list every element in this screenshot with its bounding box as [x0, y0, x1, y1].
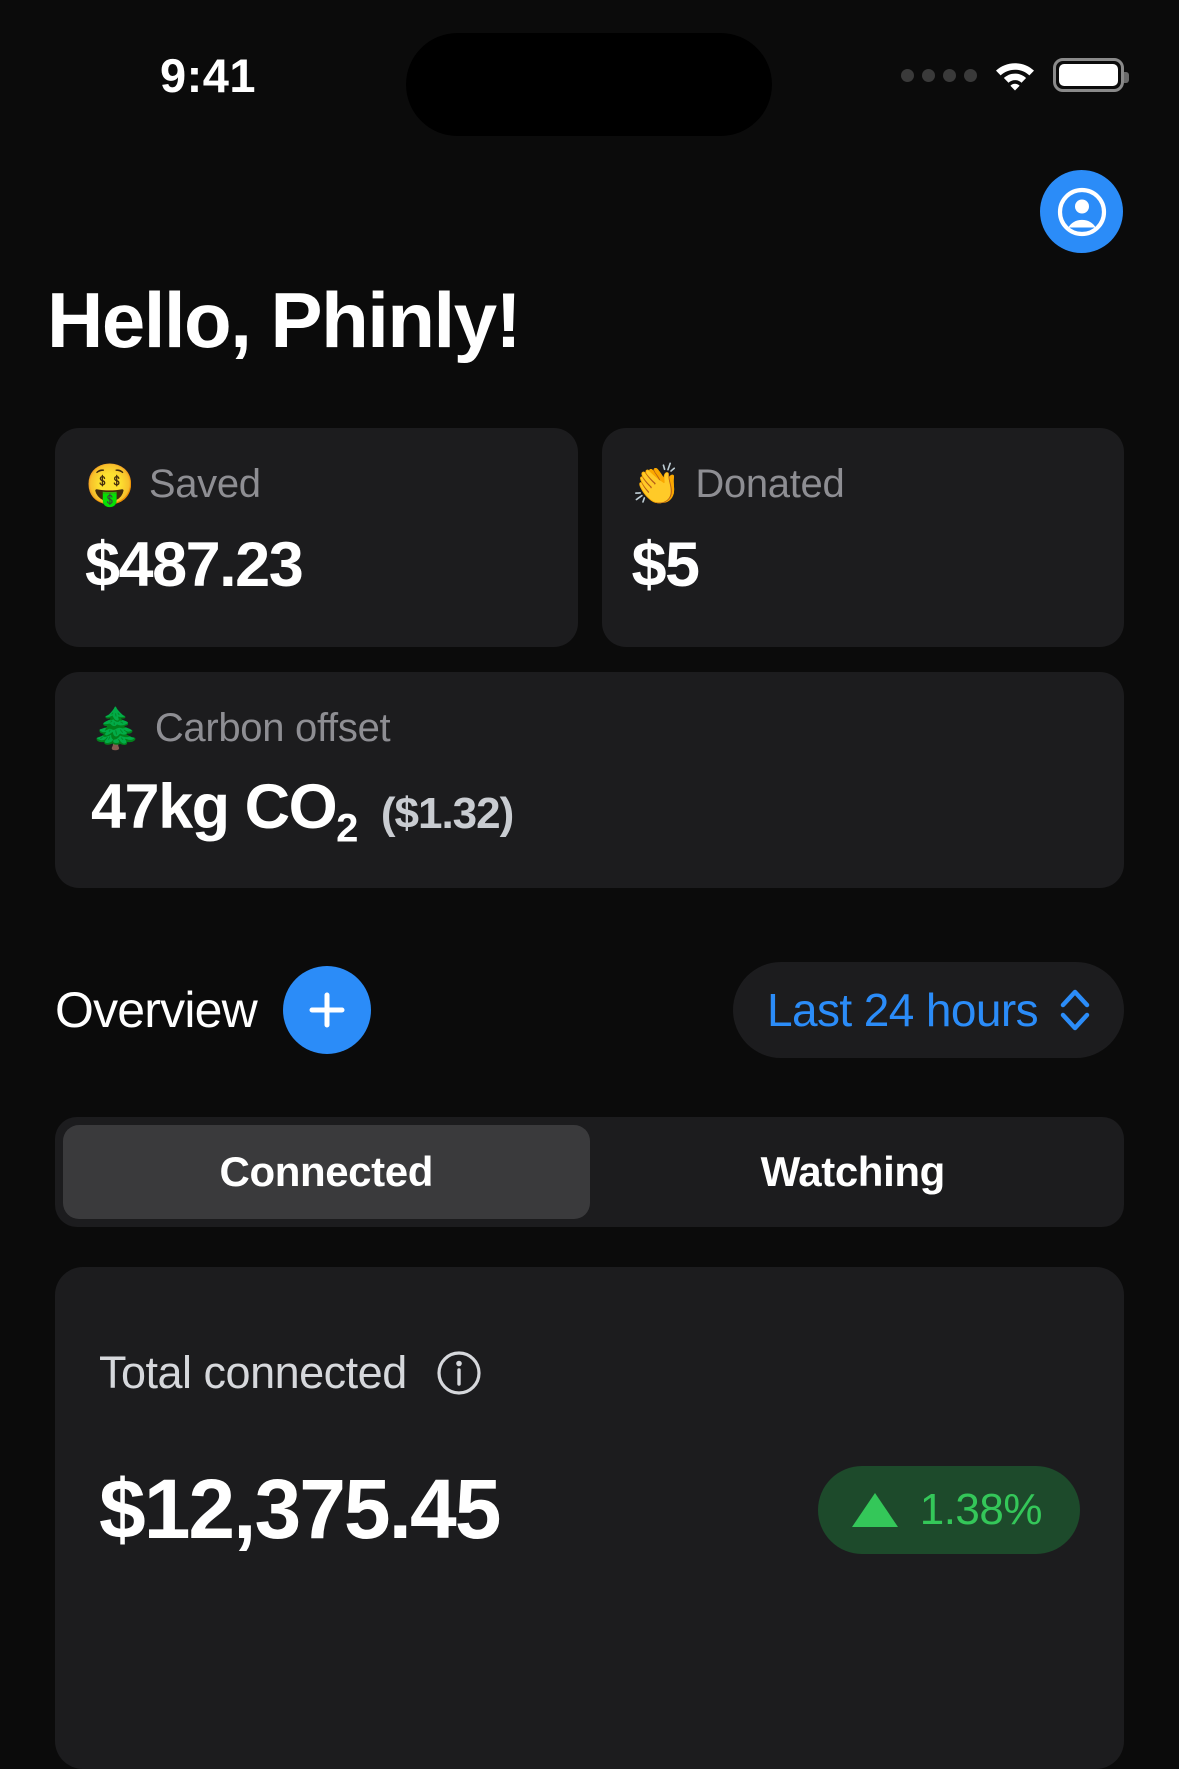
status-indicators	[901, 58, 1129, 92]
add-button[interactable]	[282, 966, 371, 1054]
overview-header-row: Overview Last 24 hours	[55, 962, 1124, 1058]
change-percent: 1.38%	[919, 1484, 1043, 1534]
stat-card-value: $5	[631, 530, 701, 600]
stat-card-label: Donated	[695, 462, 845, 506]
total-connected-value-row: $12,375.45 1.38%	[99, 1461, 1080, 1558]
plus-icon	[309, 992, 345, 1028]
stat-card-value: $487.23	[85, 530, 304, 600]
total-connected-label: Total connected	[99, 1347, 407, 1398]
stat-card-header: 🤑 Saved	[85, 462, 548, 507]
chevron-up-down-icon	[1060, 989, 1090, 1031]
carbon-value: 47kg CO2	[91, 771, 358, 852]
carbon-value-cost: ($1.32)	[380, 789, 514, 838]
profile-avatar-button[interactable]	[1040, 170, 1123, 253]
stat-card-donated[interactable]: 👏 Donated $5	[601, 428, 1124, 647]
time-range-label: Last 24 hours	[767, 984, 1039, 1036]
evergreen-tree-emoji: 🌲	[91, 706, 141, 751]
carbon-value-row: 47kg CO2 ($1.32)	[91, 771, 1088, 852]
overview-title: Overview	[55, 982, 258, 1038]
stat-card-saved[interactable]: 🤑 Saved $487.23	[55, 428, 578, 647]
stat-card-carbon-offset[interactable]: 🌲 Carbon offset 47kg CO2 ($1.32)	[55, 672, 1124, 888]
page-title: Hello, Phinly!	[47, 276, 522, 364]
money-mouth-face-emoji: 🤑	[85, 462, 135, 507]
tab-watching[interactable]: Watching	[590, 1125, 1117, 1219]
account-circle-icon	[1057, 187, 1106, 236]
segmented-control: Connected Watching	[55, 1117, 1124, 1227]
total-connected-value: $12,375.45	[99, 1462, 501, 1556]
stat-card-label: Carbon offset	[154, 706, 391, 750]
carbon-value-subscript: 2	[336, 806, 358, 851]
status-badge: 1.38%	[817, 1465, 1080, 1554]
stat-card-header: 🌲 Carbon offset	[91, 706, 1088, 751]
tab-connected[interactable]: Connected	[63, 1125, 590, 1219]
signal-dots-icon	[901, 68, 977, 82]
total-connected-header: Total connected	[99, 1347, 1080, 1399]
dynamic-island	[406, 33, 772, 136]
app-screen: 9:41 Hello, Phinly! 🤑 Saved $487.23 👏 Do…	[0, 0, 1179, 1769]
overview-left-group: Overview	[55, 966, 371, 1054]
stat-card-header: 👏 Donated	[632, 462, 1095, 507]
status-time: 9:41	[160, 49, 257, 102]
status-bar: 9:41	[0, 0, 1179, 145]
carbon-value-main: 47kg CO	[91, 772, 338, 842]
stat-card-label: Saved	[148, 462, 261, 506]
wifi-icon	[996, 63, 1034, 91]
total-connected-card: Total connected $12,375.45 1.38%	[55, 1267, 1124, 1769]
clapping-hands-emoji: 👏	[631, 462, 682, 507]
triangle-up-icon	[851, 1492, 898, 1527]
stat-cards-row: 🤑 Saved $487.23 👏 Donated $5	[55, 428, 1124, 647]
info-circle-icon[interactable]	[435, 1349, 483, 1397]
battery-icon	[1053, 58, 1129, 92]
time-range-picker[interactable]: Last 24 hours	[733, 962, 1124, 1058]
